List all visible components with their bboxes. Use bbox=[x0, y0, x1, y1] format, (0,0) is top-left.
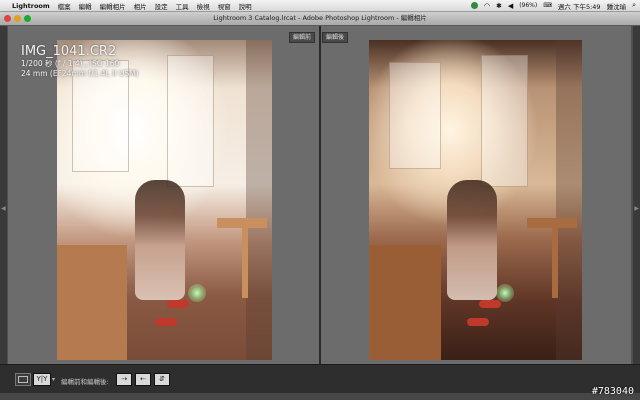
wall-shelf bbox=[246, 40, 272, 360]
bottom-toolbar: Y|Y ▾ 編輯前和編輯後: ⇢ ⇠ ⇵ bbox=[0, 364, 640, 393]
status-icon[interactable] bbox=[470, 2, 478, 9]
after-photo[interactable] bbox=[369, 40, 582, 360]
menu-help[interactable]: 說明 bbox=[239, 1, 252, 11]
swap-before-after-button[interactable]: ⇵ bbox=[154, 373, 170, 386]
zoom-button[interactable] bbox=[24, 15, 31, 22]
seated-girl bbox=[447, 180, 497, 300]
wooden-table bbox=[527, 218, 577, 228]
window-frame bbox=[167, 55, 214, 187]
spotlight-icon[interactable]: ⌕ bbox=[632, 1, 636, 10]
window-controls bbox=[4, 15, 31, 22]
wooden-table bbox=[217, 218, 267, 228]
wifi-icon[interactable]: ◠ bbox=[484, 2, 490, 10]
red-shoe bbox=[479, 300, 501, 308]
menu-tools[interactable]: 工具 bbox=[176, 1, 189, 11]
menu-view[interactable]: 檢視 bbox=[197, 1, 210, 11]
wooden-chair bbox=[57, 245, 127, 360]
single-view-icon bbox=[18, 376, 28, 383]
after-label: 編輯後 bbox=[322, 32, 349, 43]
seated-girl bbox=[135, 180, 185, 300]
window-title: Lightroom 3 Catalog.lrcat - Adobe Photos… bbox=[213, 14, 427, 22]
mac-menu-bar: Lightroom 檔案 編輯 編輯相片 相片 設定 工具 檢視 視窗 說明 ◠… bbox=[0, 0, 640, 12]
copy-before-to-after-button[interactable]: ⇢ bbox=[116, 373, 132, 386]
before-photo[interactable] bbox=[57, 40, 272, 360]
close-button[interactable] bbox=[4, 15, 11, 22]
photo-info-overlay: IMG_1041.CR2 1/200 秒 (f / 1.4) , ISO 160… bbox=[21, 44, 139, 79]
wall-shelf bbox=[556, 40, 582, 360]
menu-photo[interactable]: 相片 bbox=[134, 1, 147, 11]
table-leg bbox=[552, 228, 558, 298]
watermark: #783040 bbox=[591, 386, 634, 397]
before-label: 編輯前 bbox=[289, 32, 316, 43]
loupe-view-button[interactable] bbox=[15, 373, 31, 386]
pane-divider bbox=[319, 26, 321, 364]
right-panel-arrow-icon[interactable]: ▶ bbox=[634, 205, 639, 212]
left-panel-toggle[interactable] bbox=[0, 26, 7, 364]
menu-app-name[interactable]: Lightroom bbox=[12, 2, 50, 10]
minimize-button[interactable] bbox=[14, 15, 21, 22]
lens-info: 24 mm (EF24mm f/1.4L II USM) bbox=[21, 69, 139, 78]
red-shoe bbox=[167, 300, 189, 308]
menu-develop[interactable]: 編輯相片 bbox=[100, 1, 126, 11]
exposure-info: 1/200 秒 (f / 1.4) , ISO 160 bbox=[21, 59, 120, 68]
window-title-bar: Lightroom 3 Catalog.lrcat - Adobe Photos… bbox=[0, 12, 640, 26]
lens-flare bbox=[188, 284, 206, 302]
user-name[interactable]: 鍾沈瑜 bbox=[607, 1, 627, 11]
file-name: IMG_1041.CR2 bbox=[21, 44, 117, 59]
window-frame bbox=[481, 55, 528, 187]
clock[interactable]: 週六 下午5:49 bbox=[558, 1, 601, 11]
menu-settings[interactable]: 設定 bbox=[155, 1, 168, 11]
wooden-chair bbox=[369, 245, 441, 360]
before-after-mode-button[interactable]: Y|Y bbox=[33, 373, 51, 386]
before-after-label: 編輯前和編輯後: bbox=[61, 378, 109, 386]
red-shoe bbox=[467, 318, 489, 326]
copy-after-to-before-button[interactable]: ⇠ bbox=[135, 373, 151, 386]
menu-file[interactable]: 檔案 bbox=[58, 1, 71, 11]
input-method-icon[interactable]: ⌨ bbox=[543, 2, 552, 9]
table-leg bbox=[242, 228, 248, 298]
left-panel-arrow-icon[interactable]: ◀ bbox=[1, 205, 6, 212]
right-panel-toggle[interactable] bbox=[633, 26, 640, 364]
volume-icon[interactable]: ◀ bbox=[508, 2, 513, 10]
chevron-down-icon[interactable]: ▾ bbox=[52, 376, 55, 383]
bluetooth-icon[interactable]: ✱ bbox=[496, 2, 502, 10]
menu-edit[interactable]: 編輯 bbox=[79, 1, 92, 11]
battery-status[interactable]: (96%) bbox=[519, 2, 537, 9]
lens-flare bbox=[496, 284, 514, 302]
red-shoe bbox=[155, 318, 177, 326]
window-frame bbox=[389, 62, 441, 169]
menu-window[interactable]: 視窗 bbox=[218, 1, 231, 11]
menu-extras: ◠ ✱ ◀ (96%) ⌨ 週六 下午5:49 鍾沈瑜 ⌕ bbox=[470, 0, 636, 11]
